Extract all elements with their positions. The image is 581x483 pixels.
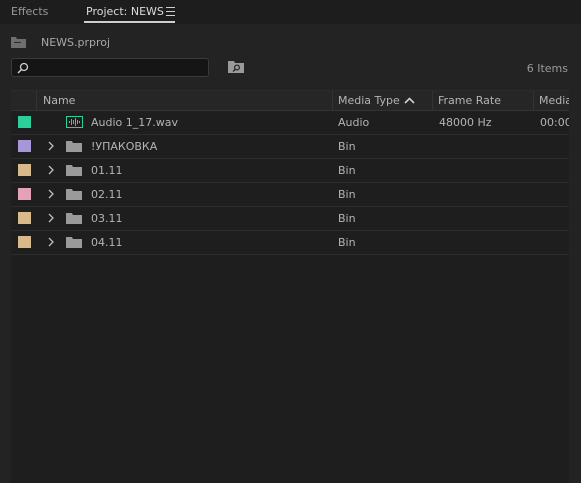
item-frame-rate: 48000 Hz	[439, 116, 492, 129]
folder-icon	[66, 237, 82, 248]
panel-menu-icon[interactable]	[166, 7, 175, 16]
item-name: 01.11	[91, 164, 123, 177]
chevron-right-icon[interactable]	[46, 164, 56, 176]
project-file-name: NEWS.prproj	[41, 36, 111, 49]
item-name: 02.11	[91, 188, 123, 201]
label-color-swatch[interactable]	[18, 236, 31, 248]
column-header-frame-rate[interactable]: Frame Rate	[438, 94, 501, 107]
item-name: Audio 1_17.wav	[91, 116, 179, 129]
column-divider	[332, 91, 333, 110]
sort-ascending-icon	[404, 97, 415, 104]
item-media-type: Audio	[338, 116, 370, 129]
item-media-type: Bin	[338, 140, 356, 153]
list-item-bin[interactable]: 01.11 Bin	[11, 158, 569, 183]
item-media-type: Bin	[338, 236, 356, 249]
folder-icon	[66, 141, 82, 152]
project-item-list: Name Media Type Frame Rate Media Audio 1…	[11, 90, 569, 483]
item-name: 03.11	[91, 212, 123, 225]
label-color-swatch[interactable]	[18, 188, 31, 200]
chevron-right-icon[interactable]	[46, 140, 56, 152]
chevron-right-icon[interactable]	[46, 212, 56, 224]
chevron-right-icon[interactable]	[46, 188, 56, 200]
folder-icon	[66, 165, 82, 176]
list-item-bin[interactable]: !УПАКОВКА Bin	[11, 134, 569, 159]
item-media-type: Bin	[338, 188, 356, 201]
item-name: 04.11	[91, 236, 123, 249]
column-divider	[432, 91, 433, 110]
tab-effects[interactable]: Effects	[11, 5, 48, 18]
item-media-type: Bin	[338, 164, 356, 177]
tab-project-news[interactable]: Project: NEWS	[86, 5, 164, 18]
active-tab-indicator	[84, 21, 175, 23]
label-color-swatch[interactable]	[18, 116, 31, 128]
folder-icon	[66, 189, 82, 200]
search-field[interactable]	[11, 58, 209, 77]
label-color-swatch[interactable]	[18, 140, 31, 152]
item-name: !УПАКОВКА	[91, 140, 158, 153]
column-divider	[36, 91, 37, 110]
column-header-name[interactable]: Name	[43, 94, 75, 107]
label-color-swatch[interactable]	[18, 212, 31, 224]
column-header-row: Name Media Type Frame Rate Media	[11, 91, 569, 111]
column-header-media-type[interactable]: Media Type	[338, 94, 400, 107]
label-color-swatch[interactable]	[18, 164, 31, 176]
list-item-bin[interactable]: 04.11 Bin	[11, 230, 569, 255]
list-item-bin[interactable]: 02.11 Bin	[11, 182, 569, 207]
search-icon	[17, 62, 29, 74]
list-item-bin[interactable]: 03.11 Bin	[11, 206, 569, 231]
list-item-audio[interactable]: Audio 1_17.wav Audio 48000 Hz 00:00	[11, 110, 569, 135]
project-file-icon	[11, 37, 26, 48]
panel-tab-bar: Effects Project: NEWS	[0, 0, 581, 24]
items-count: 6 Items	[526, 62, 568, 75]
panel-right-edge	[569, 90, 581, 482]
item-media-type: Bin	[338, 212, 356, 225]
folder-icon	[66, 213, 82, 224]
chevron-right-icon[interactable]	[46, 236, 56, 248]
column-header-media[interactable]: Media	[539, 94, 569, 107]
new-search-bin-icon[interactable]	[228, 60, 244, 73]
item-media-start: 00:00	[540, 116, 569, 129]
audio-waveform-icon	[66, 116, 83, 128]
column-divider	[533, 91, 534, 110]
